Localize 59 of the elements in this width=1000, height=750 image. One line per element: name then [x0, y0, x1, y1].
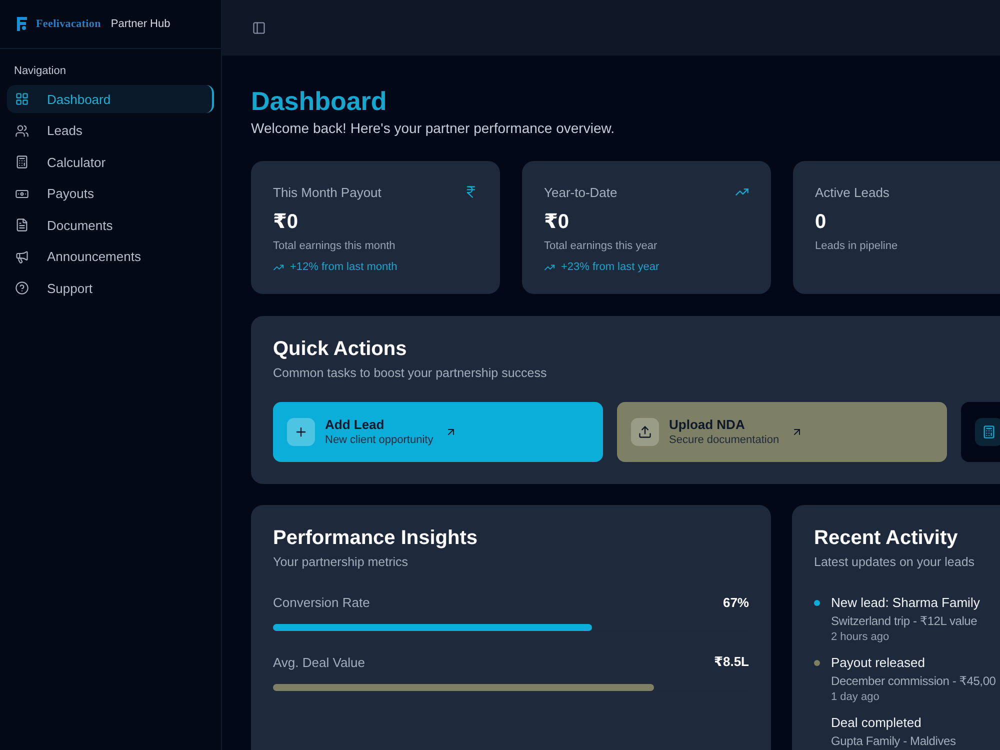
activity-title: New lead: Sharma Family [831, 594, 980, 612]
stat-caption: Leads in pipeline [815, 239, 899, 254]
page-title: Dashboard [251, 85, 388, 117]
logo-icon [16, 16, 28, 32]
nav-item[interactable]: Support [7, 274, 214, 302]
action-subtitle: Secure documentation [669, 433, 780, 447]
page-subtitle: Welcome back! Here's your partner performance overview. [251, 119, 616, 137]
stat-label: Year-to-Date [544, 184, 618, 200]
quick-action-button[interactable]: Upload NDA Secure documentation [617, 402, 947, 462]
action-subtitle: New client opportunity [325, 433, 434, 447]
app-name: Partner Hub [110, 18, 170, 30]
nav-item[interactable]: Payouts [7, 180, 214, 208]
help-icon [15, 281, 29, 295]
trend-text: +23% from last year [561, 260, 660, 275]
users-icon [15, 124, 29, 138]
action-title: Upload NDA [669, 417, 746, 433]
panel-icon [252, 20, 266, 34]
activity-detail: Switzerland trip - ₹12L value [831, 613, 978, 630]
metric-value: ₹8.5L [714, 654, 749, 670]
calculator-icon [975, 418, 1000, 446]
stat-label: This Month Payout [273, 184, 382, 200]
activity-time: 2 hours ago [831, 630, 890, 644]
quick-action-button[interactable]: Add Lead New client opportunity [273, 402, 603, 462]
plus-icon [287, 418, 315, 446]
stat-caption: Total earnings this year [544, 239, 658, 254]
action-title: Add Lead [325, 417, 386, 433]
activity-title: Deal completed [831, 714, 922, 732]
section-label: Navigation [13, 64, 67, 79]
card-title: Recent Activity [814, 526, 959, 551]
trend-text: +12% from last month [290, 260, 398, 275]
activity-detail: Gupta Family - Maldives [831, 733, 956, 750]
card-subtitle: Your partnership metrics [273, 554, 410, 571]
stat-caption: Total earnings this month [273, 239, 396, 254]
megaphone-icon [15, 250, 29, 264]
document-icon [15, 218, 29, 232]
nav-item[interactable]: Dashboard [7, 85, 214, 113]
upload-icon [631, 418, 659, 446]
rupee-icon [464, 185, 478, 199]
activity-time: 1 day ago [831, 690, 880, 704]
logo-text: Feelivacation [36, 18, 101, 30]
activity-detail: December commission - ₹45,00 [831, 673, 996, 690]
nav-item[interactable]: Calculator [7, 148, 214, 176]
grid-icon [15, 92, 29, 106]
metric-label: Conversion Rate [273, 594, 370, 610]
stat-value: ₹0 [273, 210, 300, 235]
card-title: Performance Insights [273, 526, 479, 551]
activity-title: Payout released [831, 654, 926, 672]
metric-value: 67% [722, 594, 749, 610]
nav-item[interactable]: Documents [7, 211, 214, 239]
stat-value: ₹0 [544, 210, 570, 235]
panel-subtitle: Common tasks to boost your partnership success [273, 365, 548, 382]
stat-value: 0 [815, 210, 828, 235]
metric-label: Avg. Deal Value [273, 654, 366, 670]
panel-title: Quick Actions [273, 337, 408, 362]
stat-label: Active Leads [815, 184, 890, 200]
card-subtitle: Latest updates on your leads [814, 554, 976, 571]
calculator-icon [15, 155, 29, 169]
nav-item[interactable]: Leads [7, 116, 214, 144]
nav-item[interactable]: Announcements [7, 242, 214, 270]
